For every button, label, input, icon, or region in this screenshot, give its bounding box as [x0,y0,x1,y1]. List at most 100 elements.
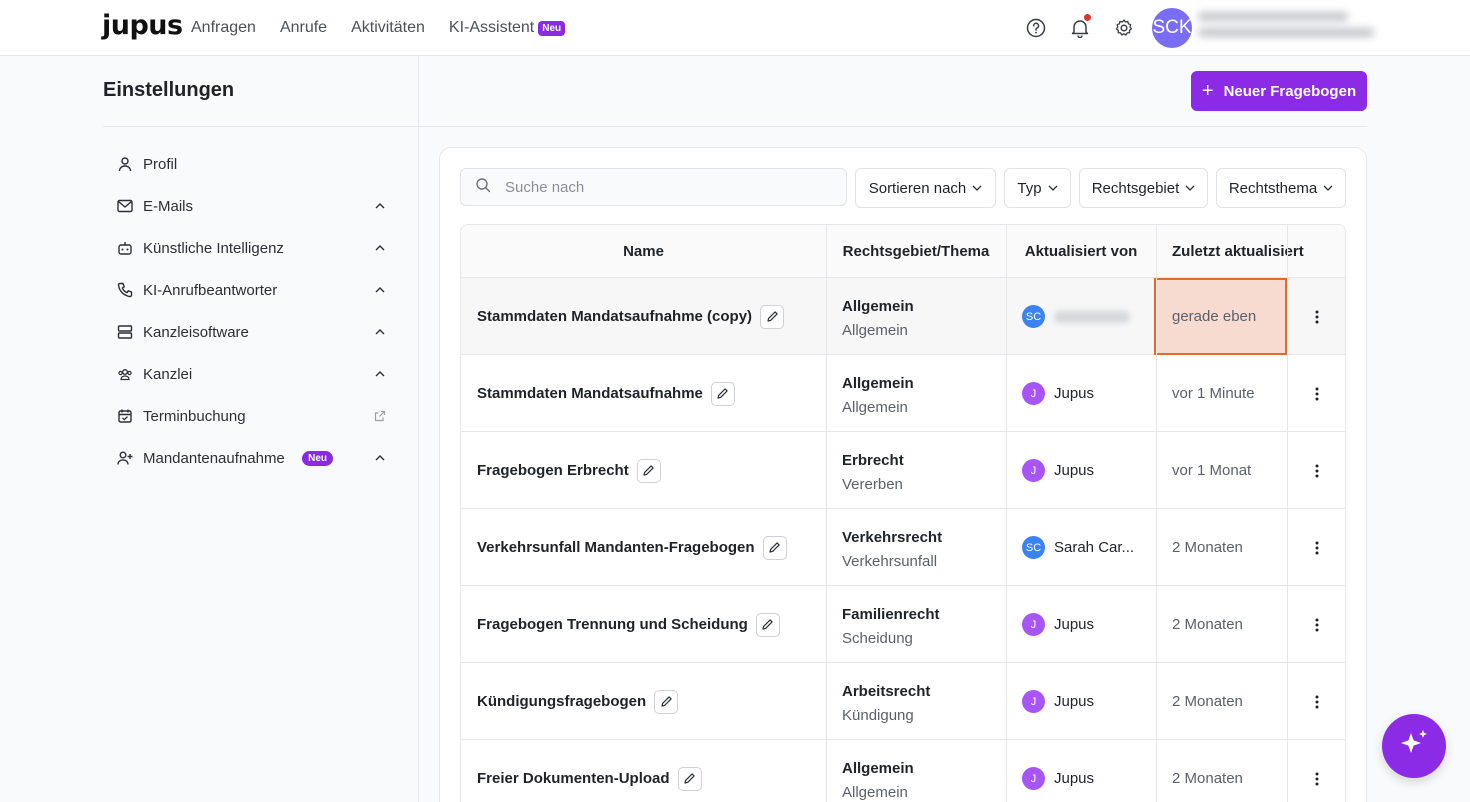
jupus-logo[interactable]: jupus [102,10,183,41]
chevron-up-icon[interactable] [373,203,387,209]
server-icon [113,324,137,340]
sidebar-item-kanzleisoftware[interactable]: Kanzleisoftware [103,312,393,352]
rechtsgebiet-dropdown[interactable]: Rechtsgebiet [1079,168,1208,208]
rechtsgebiet: Erbrecht [842,452,904,469]
sidebar-item-mandantenaufnahme[interactable]: Mandantenaufnahme Neu [103,438,393,478]
sidebar-item-profil[interactable]: Profil [103,144,393,184]
avatar: J [1022,613,1045,636]
row-user-cell: J Jupus [1022,663,1094,740]
table-row[interactable]: Fragebogen Trennung und Scheidung Famili… [461,586,1345,663]
column-header-area[interactable]: Rechtsgebiet/Thema [826,225,1006,278]
top-navigation: jupus Anfragen Anrufe Aktivitäten KI-Ass… [0,0,1470,56]
table-row[interactable]: Verkehrsunfall Mandanten-Fragebogen Verk… [461,509,1345,586]
user-name: Jupus [1054,770,1095,787]
sidebar-item-emails[interactable]: E-Mails [103,186,393,226]
table-row[interactable]: Freier Dokumenten-Upload Allgemein Allge… [461,740,1345,802]
external-link-icon[interactable] [373,410,387,422]
row-name-cell: Verkehrsunfall Mandanten-Fragebogen [477,509,787,586]
sidebar-item-label: Terminbuchung [143,407,246,425]
new-badge: Neu [538,20,566,36]
pencil-icon[interactable] [710,381,735,406]
column-divider [826,225,827,802]
table-row[interactable]: Kündigungsfragebogen Arbeitsrecht Kündig… [461,663,1345,740]
sidebar-item-ki-anrufbeantworter[interactable]: KI-Anrufbeantworter [103,270,393,310]
nav-aktivitaeten[interactable]: Aktivitäten [351,19,425,37]
user-avatar[interactable]: SCK [1152,8,1192,48]
divider [103,126,418,127]
rechtsthema: Vererben [842,476,903,493]
column-header-name[interactable]: Name [461,225,826,278]
mail-icon [113,199,137,213]
calendar-icon [113,408,137,424]
avatar: SC [1022,305,1045,328]
more-vertical-icon[interactable] [1307,432,1327,509]
chevron-up-icon[interactable] [373,329,387,335]
column-header-last-updated[interactable]: Zuletzt aktualisiert [1156,225,1316,278]
pencil-icon[interactable] [636,458,661,483]
pencil-icon[interactable] [677,766,702,791]
more-vertical-icon[interactable] [1307,509,1327,586]
pencil-icon[interactable] [654,689,679,714]
row-name-cell: Fragebogen Erbrecht [477,432,661,509]
help-icon[interactable] [1024,14,1048,42]
more-vertical-icon[interactable] [1307,586,1327,663]
nav-label: Anfragen [191,19,256,36]
user-plus-icon [113,450,137,466]
more-vertical-icon[interactable] [1307,278,1327,355]
nav-ki-assistent[interactable]: KI-Assistent Neu [449,19,566,37]
button-label: Neuer Fragebogen [1223,82,1357,100]
more-vertical-icon[interactable] [1307,355,1327,432]
column-divider [1287,225,1288,802]
row-user-cell: SC [1022,278,1130,355]
rechtsgebiet: Arbeitsrecht [842,683,931,700]
sidebar-item-label: Kanzleisoftware [143,323,249,341]
column-header-updated-by[interactable]: Aktualisiert von [1006,225,1156,278]
type-dropdown[interactable]: Typ [1004,168,1071,208]
row-user-cell: J Jupus [1022,432,1094,509]
row-user-cell: J Jupus [1022,586,1094,663]
sidebar-item-label: Profil [143,155,178,173]
rechtsthema: Allgemein [842,322,908,339]
column-divider [1006,225,1007,802]
plus-icon: + [1201,80,1214,102]
chevron-up-icon[interactable] [373,245,387,251]
more-vertical-icon[interactable] [1307,663,1327,740]
avatar: SC [1022,536,1045,559]
row-name-cell: Fragebogen Trennung und Scheidung [477,586,780,663]
nav-anfragen[interactable]: Anfragen [191,19,256,37]
row-updated: vor 1 Minute [1172,385,1255,402]
sort-dropdown[interactable]: Sortieren nach [855,168,996,208]
sidebar-item-label: Kanzlei [143,365,193,383]
new-questionnaire-button[interactable]: + Neuer Fragebogen [1191,71,1367,111]
pencil-icon[interactable] [760,304,785,329]
search-input[interactable] [505,178,825,196]
nav-anrufe[interactable]: Anrufe [280,19,327,37]
user-name: Jupus [1054,462,1095,479]
rechtsthema: Scheidung [842,630,913,647]
sidebar-item-label: Künstliche Intelligenz [143,239,284,257]
row-user-cell: J Jupus [1022,355,1094,432]
gear-icon[interactable] [1112,14,1136,42]
search-field[interactable] [460,168,847,206]
rechtsthema-dropdown[interactable]: Rechtsthema [1216,168,1346,208]
questionnaire-name: Stammdaten Mandatsaufnahme [477,385,703,402]
table-row[interactable]: Stammdaten Mandatsaufnahme Allgemein All… [461,355,1345,432]
chevron-up-icon[interactable] [373,371,387,377]
sidebar-item-kanzlei[interactable]: Kanzlei [103,354,393,394]
sidebar-item-terminbuchung[interactable]: Terminbuchung [103,396,393,436]
pencil-icon[interactable] [755,612,780,637]
rechtsgebiet: Allgemein [842,760,914,777]
chevron-up-icon[interactable] [373,287,387,293]
row-user-cell: J Jupus [1022,740,1094,802]
chevron-up-icon[interactable] [373,455,387,461]
row-name-cell: Stammdaten Mandatsaufnahme [477,355,735,432]
filter-label: Rechtsgebiet [1091,179,1180,197]
bell-icon[interactable] [1068,14,1092,42]
sidebar-item-ki[interactable]: Künstliche Intelligenz [103,228,393,268]
more-vertical-icon[interactable] [1307,740,1327,802]
ai-assistant-button[interactable] [1382,714,1446,778]
questionnaire-name: Verkehrsunfall Mandanten-Fragebogen [477,539,755,556]
table-row[interactable]: Fragebogen Erbrecht Erbrecht Vererben J … [461,432,1345,509]
pencil-icon[interactable] [762,535,787,560]
table-row[interactable]: Stammdaten Mandatsaufnahme (copy) Allgem… [461,278,1345,355]
